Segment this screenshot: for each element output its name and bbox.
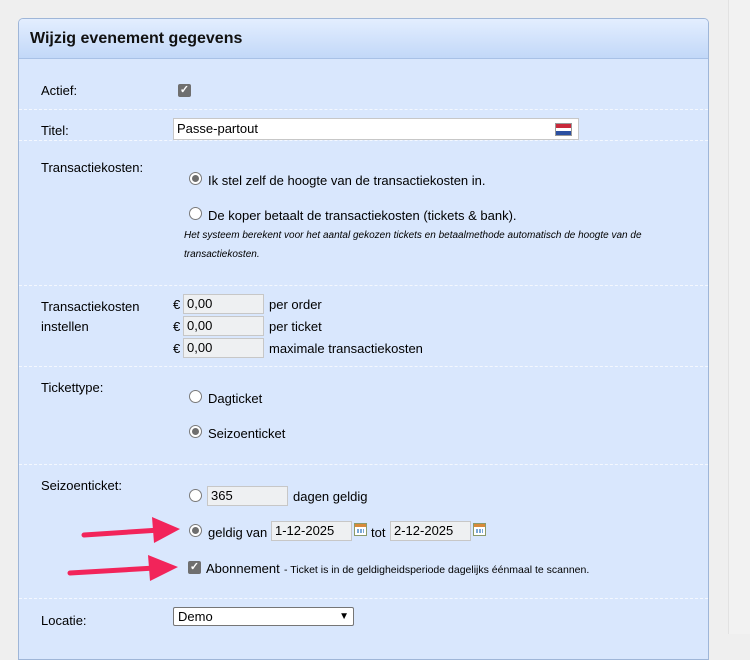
arrow-to-subscription-icon xyxy=(67,555,178,581)
arrow-to-valid-period-icon xyxy=(81,517,180,543)
annotation-arrows xyxy=(67,517,180,581)
